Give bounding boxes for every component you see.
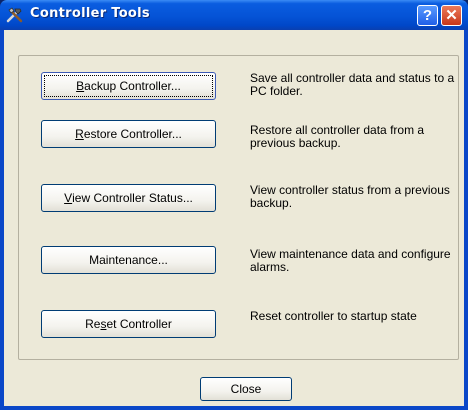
restore-controller-description: Restore all controller data from a previ… [250, 123, 425, 150]
close-icon: ✕ [445, 7, 458, 24]
dialog-window: Controller Tools ? ✕ Backup Controller..… [0, 0, 468, 410]
window-title: Controller Tools [30, 6, 150, 21]
maintenance-description: View maintenance data and configure alar… [250, 247, 451, 274]
title-bar[interactable]: Controller Tools ? ✕ [0, 0, 468, 30]
backup-controller-button[interactable]: Backup Controller... [41, 72, 216, 100]
button-label-mnemonic: V [64, 191, 73, 205]
help-button[interactable]: ? [417, 5, 438, 26]
button-label-pre: Re [85, 317, 101, 331]
backup-controller-description: Save all controller data and status to a… [250, 71, 455, 98]
button-label-post: estore Controller... [83, 127, 182, 141]
view-controller-status-description: View controller status from a previous b… [250, 183, 450, 210]
button-label-pre: Maintenance... [89, 253, 168, 267]
tools-icon [6, 6, 24, 24]
view-controller-status-button[interactable]: View Controller Status... [41, 184, 216, 212]
restore-controller-button[interactable]: Restore Controller... [41, 120, 216, 148]
title-close-button[interactable]: ✕ [441, 5, 462, 26]
button-label-mnemonic: R [75, 127, 84, 141]
button-label-mnemonic: B [76, 79, 85, 93]
button-label-post: iew Controller Status... [72, 191, 193, 205]
close-button[interactable]: Close [200, 377, 292, 401]
maintenance-button[interactable]: Maintenance... [41, 246, 216, 274]
button-label-post: et Controller [106, 317, 172, 331]
reset-controller-description: Reset controller to startup state [250, 309, 417, 323]
window-frame-bottom [0, 406, 468, 410]
help-icon: ? [422, 7, 433, 24]
reset-controller-button[interactable]: Re s et Controller [41, 310, 216, 338]
window-frame-right [464, 30, 468, 410]
button-label-post: ackup Controller... [84, 79, 181, 93]
